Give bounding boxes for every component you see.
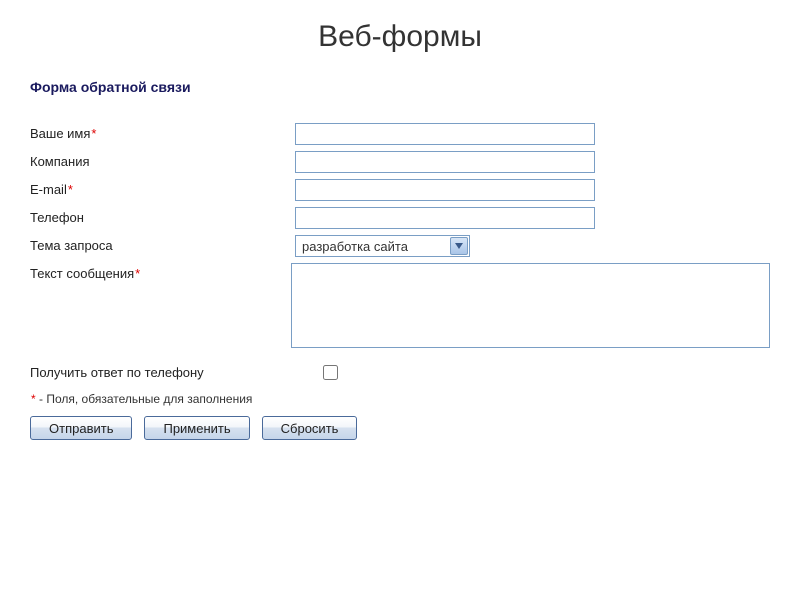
field-row-topic: Тема запроса разработка сайта bbox=[30, 235, 770, 257]
required-marker: * bbox=[91, 126, 96, 141]
label-phone-text: Телефон bbox=[30, 210, 84, 225]
phone-input[interactable] bbox=[295, 207, 595, 229]
required-note: * - Поля, обязательные для заполнения bbox=[30, 392, 770, 406]
label-topic-text: Тема запроса bbox=[30, 238, 113, 253]
name-input[interactable] bbox=[295, 123, 595, 145]
label-name-text: Ваше имя bbox=[30, 126, 90, 141]
phone-reply-checkbox[interactable] bbox=[323, 365, 338, 380]
message-textarea[interactable] bbox=[291, 263, 770, 348]
field-row-name: Ваше имя* bbox=[30, 123, 770, 145]
page-title: Веб-формы bbox=[30, 20, 770, 54]
label-message: Текст сообщения* bbox=[30, 263, 291, 281]
reset-button[interactable]: Сбросить bbox=[262, 416, 358, 440]
field-row-phone: Телефон bbox=[30, 207, 770, 229]
label-phone-reply-text: Получить ответ по телефону bbox=[30, 365, 204, 380]
topic-select[interactable]: разработка сайта bbox=[295, 235, 470, 257]
label-company: Компания bbox=[30, 151, 295, 169]
label-phone-reply: Получить ответ по телефону bbox=[30, 362, 323, 380]
label-name: Ваше имя* bbox=[30, 123, 295, 141]
label-email: E-mail* bbox=[30, 179, 295, 197]
topic-selected-text: разработка сайта bbox=[302, 239, 408, 254]
label-phone: Телефон bbox=[30, 207, 295, 225]
label-topic: Тема запроса bbox=[30, 235, 295, 253]
button-row: Отправить Применить Сбросить bbox=[30, 416, 770, 440]
apply-button[interactable]: Применить bbox=[144, 416, 249, 440]
label-email-text: E-mail bbox=[30, 182, 67, 197]
company-input[interactable] bbox=[295, 151, 595, 173]
field-row-company: Компания bbox=[30, 151, 770, 173]
chevron-down-icon bbox=[450, 237, 468, 255]
required-marker: * bbox=[68, 182, 73, 197]
field-row-phone-reply: Получить ответ по телефону bbox=[30, 362, 770, 380]
required-note-text: - Поля, обязательные для заполнения bbox=[36, 392, 253, 406]
field-row-message: Текст сообщения* bbox=[30, 263, 770, 348]
label-message-text: Текст сообщения bbox=[30, 266, 134, 281]
required-marker: * bbox=[135, 266, 140, 281]
submit-button[interactable]: Отправить bbox=[30, 416, 132, 440]
form-title: Форма обратной связи bbox=[30, 79, 770, 95]
field-row-email: E-mail* bbox=[30, 179, 770, 201]
email-input[interactable] bbox=[295, 179, 595, 201]
label-company-text: Компания bbox=[30, 154, 90, 169]
